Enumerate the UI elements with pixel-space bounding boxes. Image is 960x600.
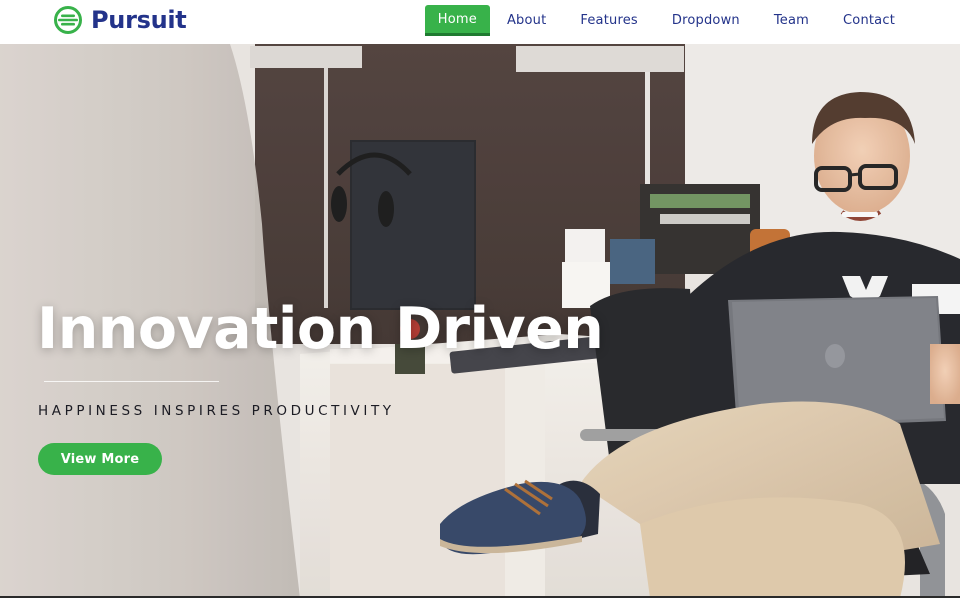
view-more-button[interactable]: View More <box>38 443 162 475</box>
nav-item-team[interactable]: Team <box>757 6 826 36</box>
pursuit-logo-icon <box>54 6 82 34</box>
nav-item-home[interactable]: Home <box>424 5 490 36</box>
brand-name: Pursuit <box>91 6 187 34</box>
nav-item-dropdown[interactable]: Dropdown <box>655 6 757 36</box>
nav-menu: Home About Features Dropdown Team Contac… <box>424 5 912 36</box>
hero-divider <box>44 381 219 382</box>
brand-logo-link[interactable]: Pursuit <box>53 6 187 34</box>
nav-item-features[interactable]: Features <box>563 6 655 36</box>
page: Pursuit Home About Features Dropdown Tea… <box>0 0 960 600</box>
hero-tagline: HAPPINESS INSPIRES PRODUCTIVITY <box>38 403 395 419</box>
hero-section: Innovation Driven HAPPINESS INSPIRES PRO… <box>0 44 960 598</box>
nav-item-about[interactable]: About <box>490 6 563 36</box>
navbar: Pursuit Home About Features Dropdown Tea… <box>0 0 960 44</box>
nav-item-contact[interactable]: Contact <box>826 6 912 36</box>
hero-bottom-divider <box>0 596 960 598</box>
hero-title: Innovation Driven <box>37 296 604 362</box>
